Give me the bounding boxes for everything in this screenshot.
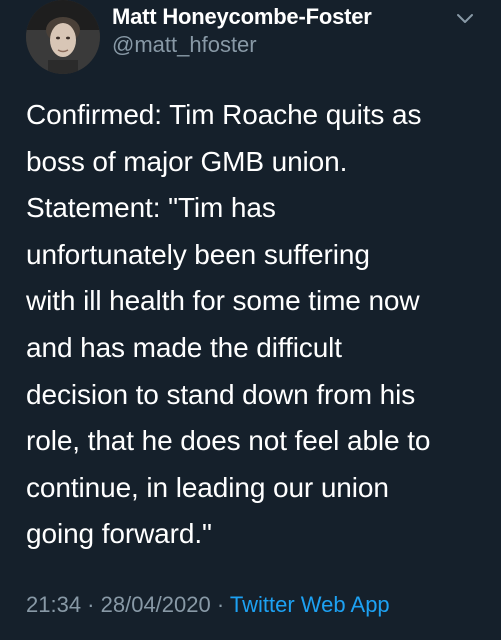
tweet-text-line: decision to stand down from his	[26, 378, 416, 410]
meta-separator: ·	[210, 592, 230, 617]
tweet-text-line: boss of major GMB union.	[26, 145, 348, 177]
tweet-text-line: going forward."	[26, 518, 212, 550]
tweet-text-line: and has made the difficult	[26, 331, 342, 363]
avatar[interactable]	[26, 0, 100, 74]
author-handle[interactable]: @matt_hfoster	[112, 32, 257, 58]
tweet-text-line: unfortunately been suffering	[26, 238, 370, 270]
author-name[interactable]: Matt Honeycombe-Foster	[112, 4, 372, 30]
tweet-card: Matt Honeycombe-Foster @matt_hfoster Con…	[0, 0, 501, 640]
tweet-date[interactable]: 28/04/2020	[101, 592, 211, 617]
tweet-text-line: role, that he does not feel able to	[26, 425, 431, 457]
tweet-text-line: with ill health for some time now	[26, 285, 420, 317]
meta-separator: ·	[81, 592, 101, 617]
tweet-text: Confirmed: Tim Roache quits as boss of m…	[26, 92, 496, 558]
tweet-text-line: Statement: "Tim has	[26, 192, 276, 224]
chevron-down-icon[interactable]	[452, 6, 478, 32]
tweet-time[interactable]: 21:34	[26, 592, 81, 617]
tweet-meta: 21:34 · 28/04/2020 · Twitter Web App	[26, 592, 390, 618]
tweet-source-link[interactable]: Twitter Web App	[230, 592, 390, 617]
tweet-text-line: continue, in leading our union	[26, 471, 389, 503]
profile-photo-icon	[26, 0, 100, 74]
tweet-text-line: Confirmed: Tim Roache quits as	[26, 99, 422, 130]
